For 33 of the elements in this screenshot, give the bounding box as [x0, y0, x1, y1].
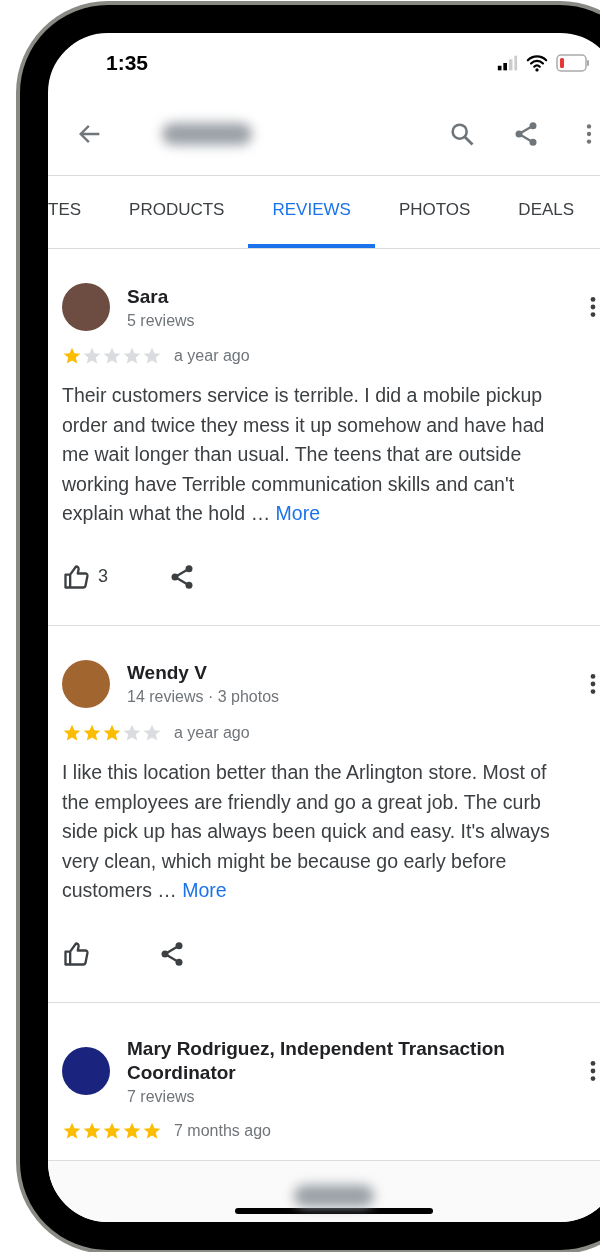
tab[interactable]: PRODUCTS: [105, 176, 249, 248]
review-text: I like this location better than the Arlington store. Most of the employees are friendly and go a great job. The curb side pick up has always been quick and easy. It's always very clean, which might be because go early before customers … More: [62, 759, 551, 904]
tab[interactable]: TES: [48, 176, 106, 248]
review-time: a year ago: [174, 723, 250, 742]
more-link[interactable]: More: [182, 879, 227, 902]
reviewer-name: Mary Rodriguez, Independent Transaction Coordinator: [127, 1036, 506, 1085]
star-icon: [142, 346, 162, 366]
reviewer-meta: 7 reviews: [127, 1087, 196, 1106]
like-count: 3: [98, 566, 108, 588]
search-icon[interactable]: [448, 120, 476, 148]
status-time: 1:35: [106, 51, 149, 75]
reviewer-name: Wendy V: [127, 661, 208, 686]
avatar: [62, 1047, 110, 1096]
review-text: Their customers service is terrible. I did a mobile pickup order and twice they mess it up somehow and have had me wait longer than usual. The teens that are outside working have Terrible communication skills and can't explain what the hold … More: [62, 383, 546, 527]
thumbs-up-icon[interactable]: [62, 562, 90, 591]
tab[interactable]: PHOTOS: [374, 176, 495, 248]
review-time: a year ago: [174, 347, 250, 365]
tab[interactable]: DEALS: [494, 176, 599, 248]
star-icon: [102, 346, 122, 366]
star-icon: [122, 346, 142, 366]
star-icon: [62, 346, 82, 366]
star-icon: [82, 346, 102, 366]
reviewer-meta: 14 reviews · 3 photos: [127, 688, 281, 707]
thumbs-up-icon[interactable]: [62, 939, 90, 968]
reviewer-meta: 5 reviews: [127, 311, 196, 330]
reviewer-name: Sara: [127, 284, 170, 309]
battery-icon: [556, 54, 590, 72]
review-time: 7 months ago: [174, 1121, 271, 1140]
tab[interactable]: REVIEWS: [248, 176, 375, 248]
avatar: [62, 659, 110, 708]
avatar: [62, 283, 110, 331]
wifi-icon: [526, 52, 548, 74]
more-link[interactable]: More: [275, 502, 320, 525]
